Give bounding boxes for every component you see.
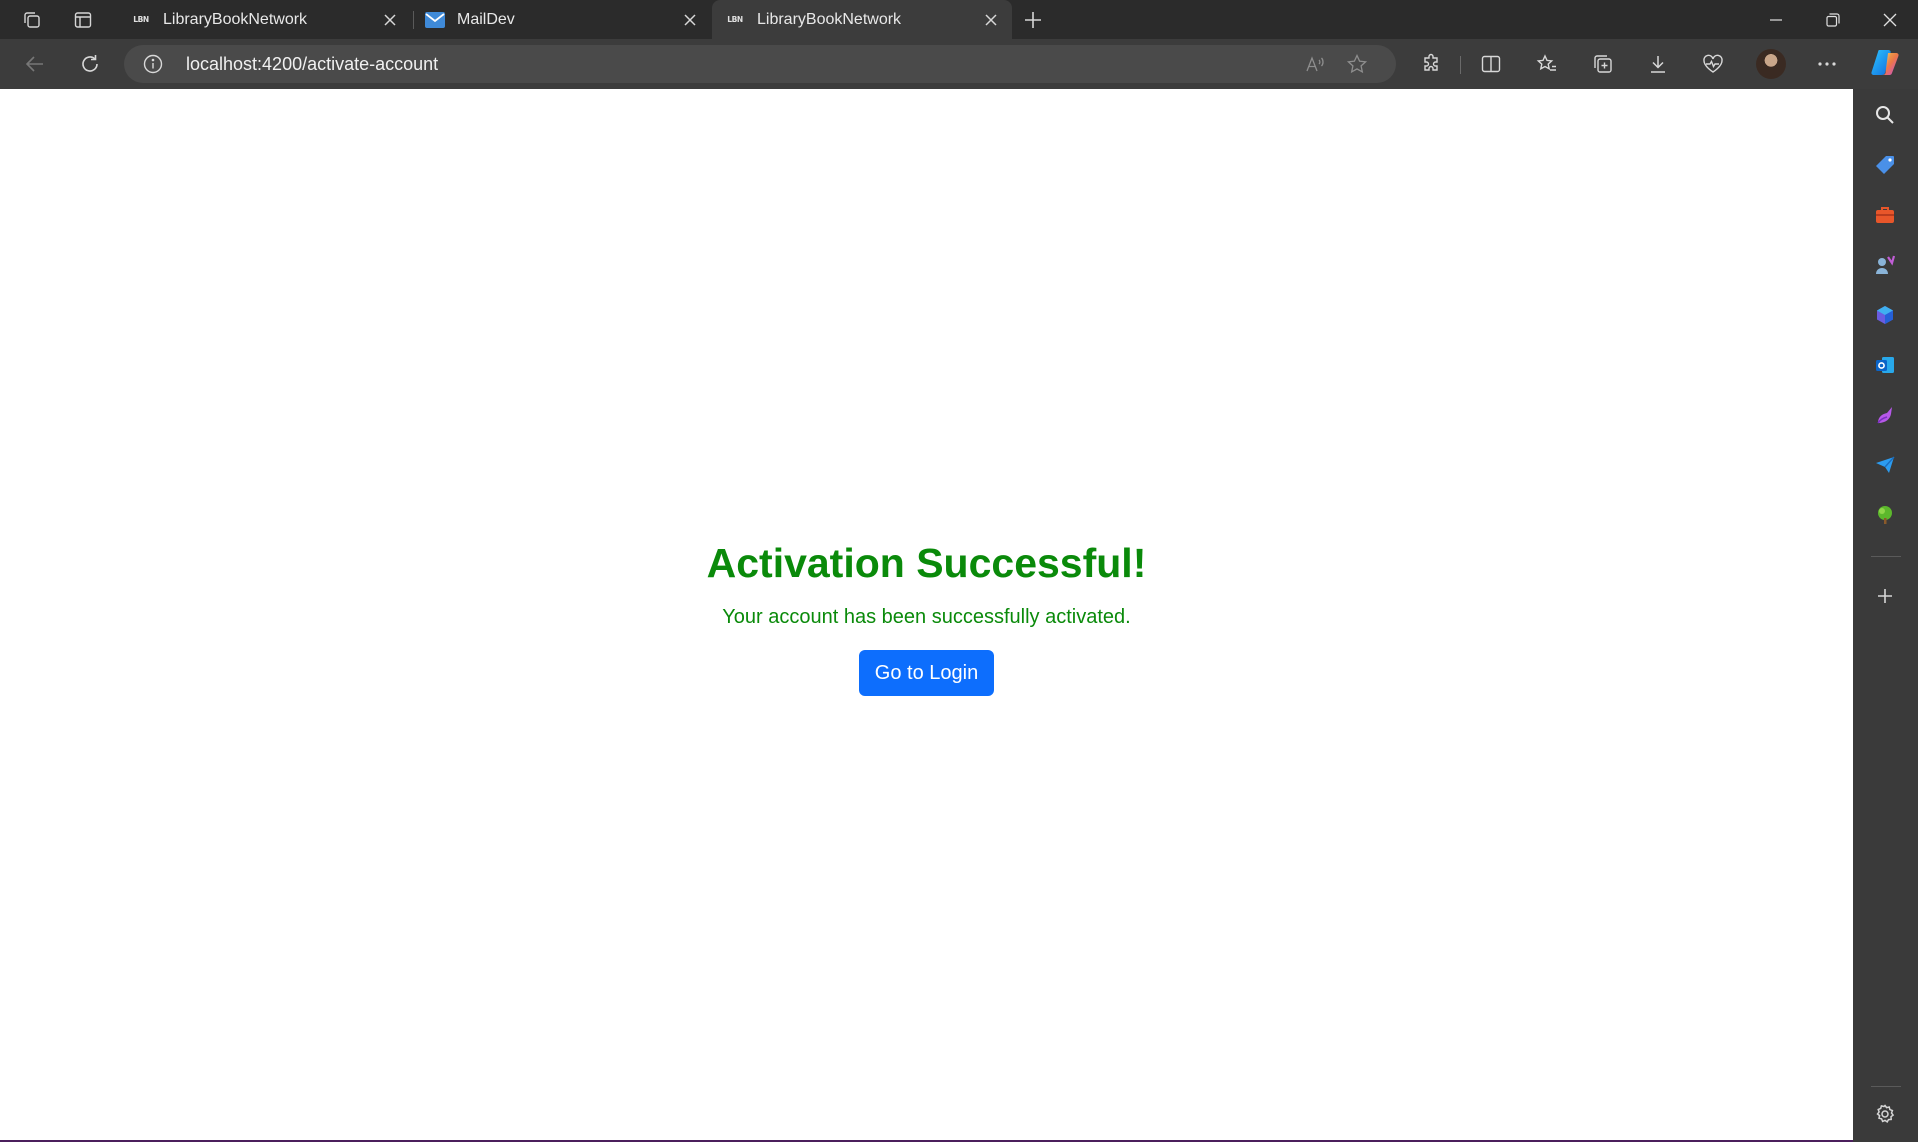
tree-icon[interactable] [1865, 495, 1905, 535]
close-icon[interactable] [978, 7, 1004, 33]
more-options-icon[interactable] [1809, 46, 1845, 82]
new-tab-icon[interactable] [1016, 5, 1050, 35]
favorite-star-icon[interactable] [1344, 51, 1370, 77]
close-icon[interactable] [677, 7, 703, 33]
refresh-icon[interactable] [72, 46, 108, 82]
minimize-icon[interactable] [1748, 0, 1804, 39]
tab-title: LibraryBookNetwork [757, 10, 902, 28]
address-bar[interactable]: localhost:4200/activate-account [124, 45, 1396, 83]
read-aloud-icon[interactable] [1302, 51, 1328, 77]
lbn-favicon: LBN [133, 15, 149, 24]
lbn-favicon: LBN [727, 15, 743, 24]
toolbar-divider [1460, 56, 1461, 74]
address-toolbar: localhost:4200/activate-account [0, 39, 1918, 89]
tab-title: MailDev [457, 10, 515, 28]
workspaces-icon[interactable] [15, 5, 49, 35]
restore-icon[interactable] [1805, 0, 1861, 39]
go-to-login-button[interactable]: Go to Login [858, 650, 995, 696]
tab-actions-icon[interactable] [66, 5, 100, 35]
tab-strip: LBN LibraryBookNetwork MailDev LBN Libra… [0, 0, 1918, 39]
microsoft-365-icon[interactable] [1865, 295, 1905, 335]
tools-icon[interactable] [1865, 195, 1905, 235]
page-content: Activation Successful! Your account has … [0, 89, 1853, 1140]
tab-librarybooknetwork-1[interactable]: LBN LibraryBookNetwork [109, 0, 411, 39]
tab-title: LibraryBookNetwork [163, 10, 308, 28]
browser-essentials-icon[interactable] [1695, 46, 1731, 82]
back-icon[interactable] [17, 46, 53, 82]
designer-icon[interactable] [1865, 395, 1905, 435]
mail-icon [425, 10, 445, 30]
sidebar-divider [1871, 556, 1901, 557]
favorites-icon[interactable] [1529, 46, 1565, 82]
downloads-icon[interactable] [1640, 46, 1676, 82]
shopping-tag-icon[interactable] [1865, 145, 1905, 185]
outlook-icon[interactable] [1865, 345, 1905, 385]
edge-sidebar [1853, 89, 1918, 1142]
extensions-icon[interactable] [1413, 46, 1449, 82]
split-screen-icon[interactable] [1473, 46, 1509, 82]
search-icon[interactable] [1865, 95, 1905, 135]
tab-librarybooknetwork-active[interactable]: LBN LibraryBookNetwork [712, 0, 1012, 39]
activation-message-panel: Activation Successful! Your account has … [0, 538, 1853, 696]
activation-message: Your account has been successfully activ… [722, 606, 1131, 628]
tab-maildev[interactable]: MailDev [415, 0, 711, 39]
sidebar-divider [1871, 1086, 1901, 1087]
send-icon[interactable] [1865, 445, 1905, 485]
copilot-icon[interactable] [1870, 47, 1900, 77]
add-icon[interactable] [1865, 576, 1905, 616]
activation-title: Activation Successful! [706, 540, 1147, 586]
url-text: localhost:4200/activate-account [186, 54, 439, 74]
settings-icon[interactable] [1865, 1094, 1905, 1134]
site-info-icon[interactable] [142, 53, 164, 75]
close-icon[interactable] [377, 7, 403, 33]
avatar[interactable] [1756, 49, 1786, 79]
games-icon[interactable] [1865, 245, 1905, 285]
tab-separator [413, 11, 414, 29]
close-window-icon[interactable] [1862, 0, 1918, 39]
collections-icon[interactable] [1585, 46, 1621, 82]
